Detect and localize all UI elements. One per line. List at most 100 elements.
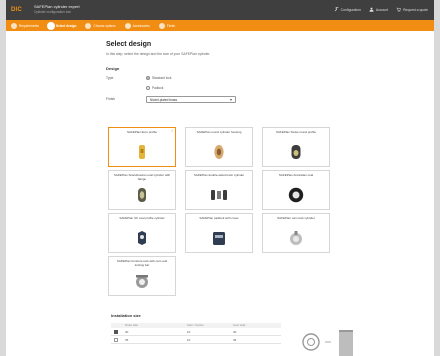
page-title: Select design (106, 41, 152, 48)
centre-value: 10 (187, 337, 191, 342)
step-marker-icon (158, 22, 165, 29)
card-label: SAFEPlan round cylinder housing (196, 130, 242, 134)
type-option-label: Standard lock (152, 76, 172, 80)
design-card[interactable]: SAFEPlan UK oval profile cylinder (108, 213, 176, 253)
design-card[interactable]: SAFEPlan Euro profile ✓ (108, 127, 176, 167)
centre-value: 10 (187, 329, 191, 334)
step-marker-icon (85, 22, 92, 29)
type-label: Type (106, 76, 114, 80)
check-icon: ✓ (170, 128, 174, 133)
step-label: Select design (55, 23, 77, 28)
row-select[interactable] (111, 329, 125, 334)
table-header: Outer side Cam / Centre Inner side (111, 323, 281, 328)
card-label: SAFEPlan UK oval profile cylinder (119, 216, 165, 220)
euro-cylinder-icon (139, 145, 145, 159)
configuration-button[interactable]: Configuration (334, 6, 361, 13)
top-actions: Configuration Account Request a quote (334, 6, 428, 13)
design-card[interactable]: SAFEPlan furniture lock with cam and loc… (108, 256, 176, 296)
installation-size-title: Installation size (111, 313, 141, 318)
finish-value: Nickel-plated brass (150, 97, 178, 102)
step-select-design[interactable]: Select design (47, 22, 77, 29)
step-requirements[interactable]: Requirements (11, 22, 39, 29)
brand-logo: DIC (11, 7, 22, 13)
title-bar: DIC SAFEPlan cylinder expert Cylinder co… (6, 0, 434, 20)
rim-cylinder-icon (288, 187, 304, 203)
checkbox-icon (114, 329, 118, 334)
cam-lock-icon (290, 231, 302, 245)
request-quote-label: Request a quote (403, 7, 428, 12)
design-card[interactable]: SAFEPlan round cylinder housing (185, 127, 253, 167)
finish-label: Finish (106, 97, 116, 101)
card-label: SAFEPlan Australian oval (278, 173, 314, 177)
main-content: Select design In this step, select the d… (106, 40, 338, 103)
request-quote-button[interactable]: Request a quote (396, 6, 428, 13)
type-option-label: Padlock (152, 86, 164, 90)
installation-table: Outer side Cam / Centre Inner side 30 10… (111, 323, 281, 344)
page-intro: In this step, select the design and the … (106, 52, 211, 56)
step-finish[interactable]: Finish (158, 22, 176, 29)
furniture-lock-icon (136, 275, 148, 288)
design-section-title: Design (106, 66, 120, 71)
step-marker-icon (47, 22, 54, 29)
step-marker-icon (124, 22, 131, 29)
row-select[interactable] (111, 337, 125, 342)
installation-size-section: Installation size Outer side Cam / Centr… (111, 313, 353, 356)
step-label: Requirements (19, 23, 39, 28)
finish-select[interactable]: Nickel-plated brass ▾ (146, 95, 236, 103)
card-label: SAFEPlan double-sided knob cylinder (193, 173, 245, 177)
app-window: DIC SAFEPlan cylinder expert Cylinder co… (6, 0, 434, 356)
design-card[interactable]: SAFEPlan double-sided knob cylinder (185, 170, 253, 210)
column-header: Outer side (125, 323, 138, 327)
card-label: SAFEPlan padlock with cover (199, 216, 239, 220)
swiss-cylinder-icon (291, 145, 301, 159)
account-label: Account (375, 7, 389, 12)
steps-bar: Requirements Select design Choose option… (6, 20, 434, 31)
uk-oval-cylinder-icon (138, 231, 146, 245)
step-label: Choose options (93, 23, 116, 28)
step-choose-options[interactable]: Choose options (85, 22, 116, 29)
checkbox-icon (114, 337, 118, 342)
design-card[interactable]: SAFEPlan Swiss round profile (262, 127, 330, 167)
card-label: SAFEPlan furniture lock with cam and loc… (116, 259, 168, 267)
inner-value: 35 (233, 337, 237, 342)
type-row-2: Padlock (106, 85, 338, 91)
card-label: SAFEPlan cam lock cylinder (277, 216, 315, 220)
step-label: Accessories (132, 23, 150, 28)
type-row: Type Standard lock (106, 75, 338, 81)
account-button[interactable]: Account (369, 6, 388, 13)
step-accessories[interactable]: Accessories (124, 22, 150, 29)
column-header: Inner side (233, 323, 246, 327)
padlock-icon (213, 232, 225, 245)
outer-value: 30 (125, 329, 129, 334)
app-title: SAFEPlan cylinder expert (34, 4, 80, 9)
design-card[interactable]: SAFEPlan Scandinavian oval cylinder with… (108, 170, 176, 210)
table-row[interactable]: 30 10 30 (111, 328, 281, 336)
knob-cylinder-icon (211, 190, 227, 200)
type-option-standard[interactable]: Standard lock (146, 76, 172, 80)
finish-row: Finish Nickel-plated brass ▾ (106, 95, 338, 103)
card-label: SAFEPlan Swiss round profile (275, 130, 317, 134)
radio-icon (146, 86, 150, 90)
card-label: SAFEPlan Euro profile (126, 130, 157, 134)
cylinder-dimension-diagram (302, 330, 353, 356)
column-header (111, 323, 125, 328)
oval-cylinder-icon (138, 188, 146, 202)
wrench-icon (334, 7, 339, 12)
step-label: Finish (166, 23, 176, 28)
configuration-label: Configuration (340, 7, 361, 12)
user-icon (369, 7, 374, 12)
round-cylinder-icon (214, 145, 224, 159)
card-label: SAFEPlan Scandinavian oval cylinder with… (113, 173, 171, 181)
chevron-down-icon: ▾ (229, 96, 232, 102)
design-card[interactable]: SAFEPlan padlock with cover (185, 213, 253, 253)
cart-icon (396, 7, 401, 12)
radio-icon (146, 76, 150, 80)
type-option-padlock[interactable]: Padlock (146, 86, 163, 90)
design-card[interactable]: SAFEPlan cam lock cylinder (262, 213, 330, 253)
outer-value: 35 (125, 337, 129, 342)
inner-value: 30 (233, 329, 237, 334)
column-header: Cam / Centre (187, 323, 204, 327)
table-row[interactable]: 35 10 35 (111, 336, 281, 344)
step-marker-icon (11, 22, 17, 29)
design-card[interactable]: SAFEPlan Australian oval (262, 170, 330, 210)
